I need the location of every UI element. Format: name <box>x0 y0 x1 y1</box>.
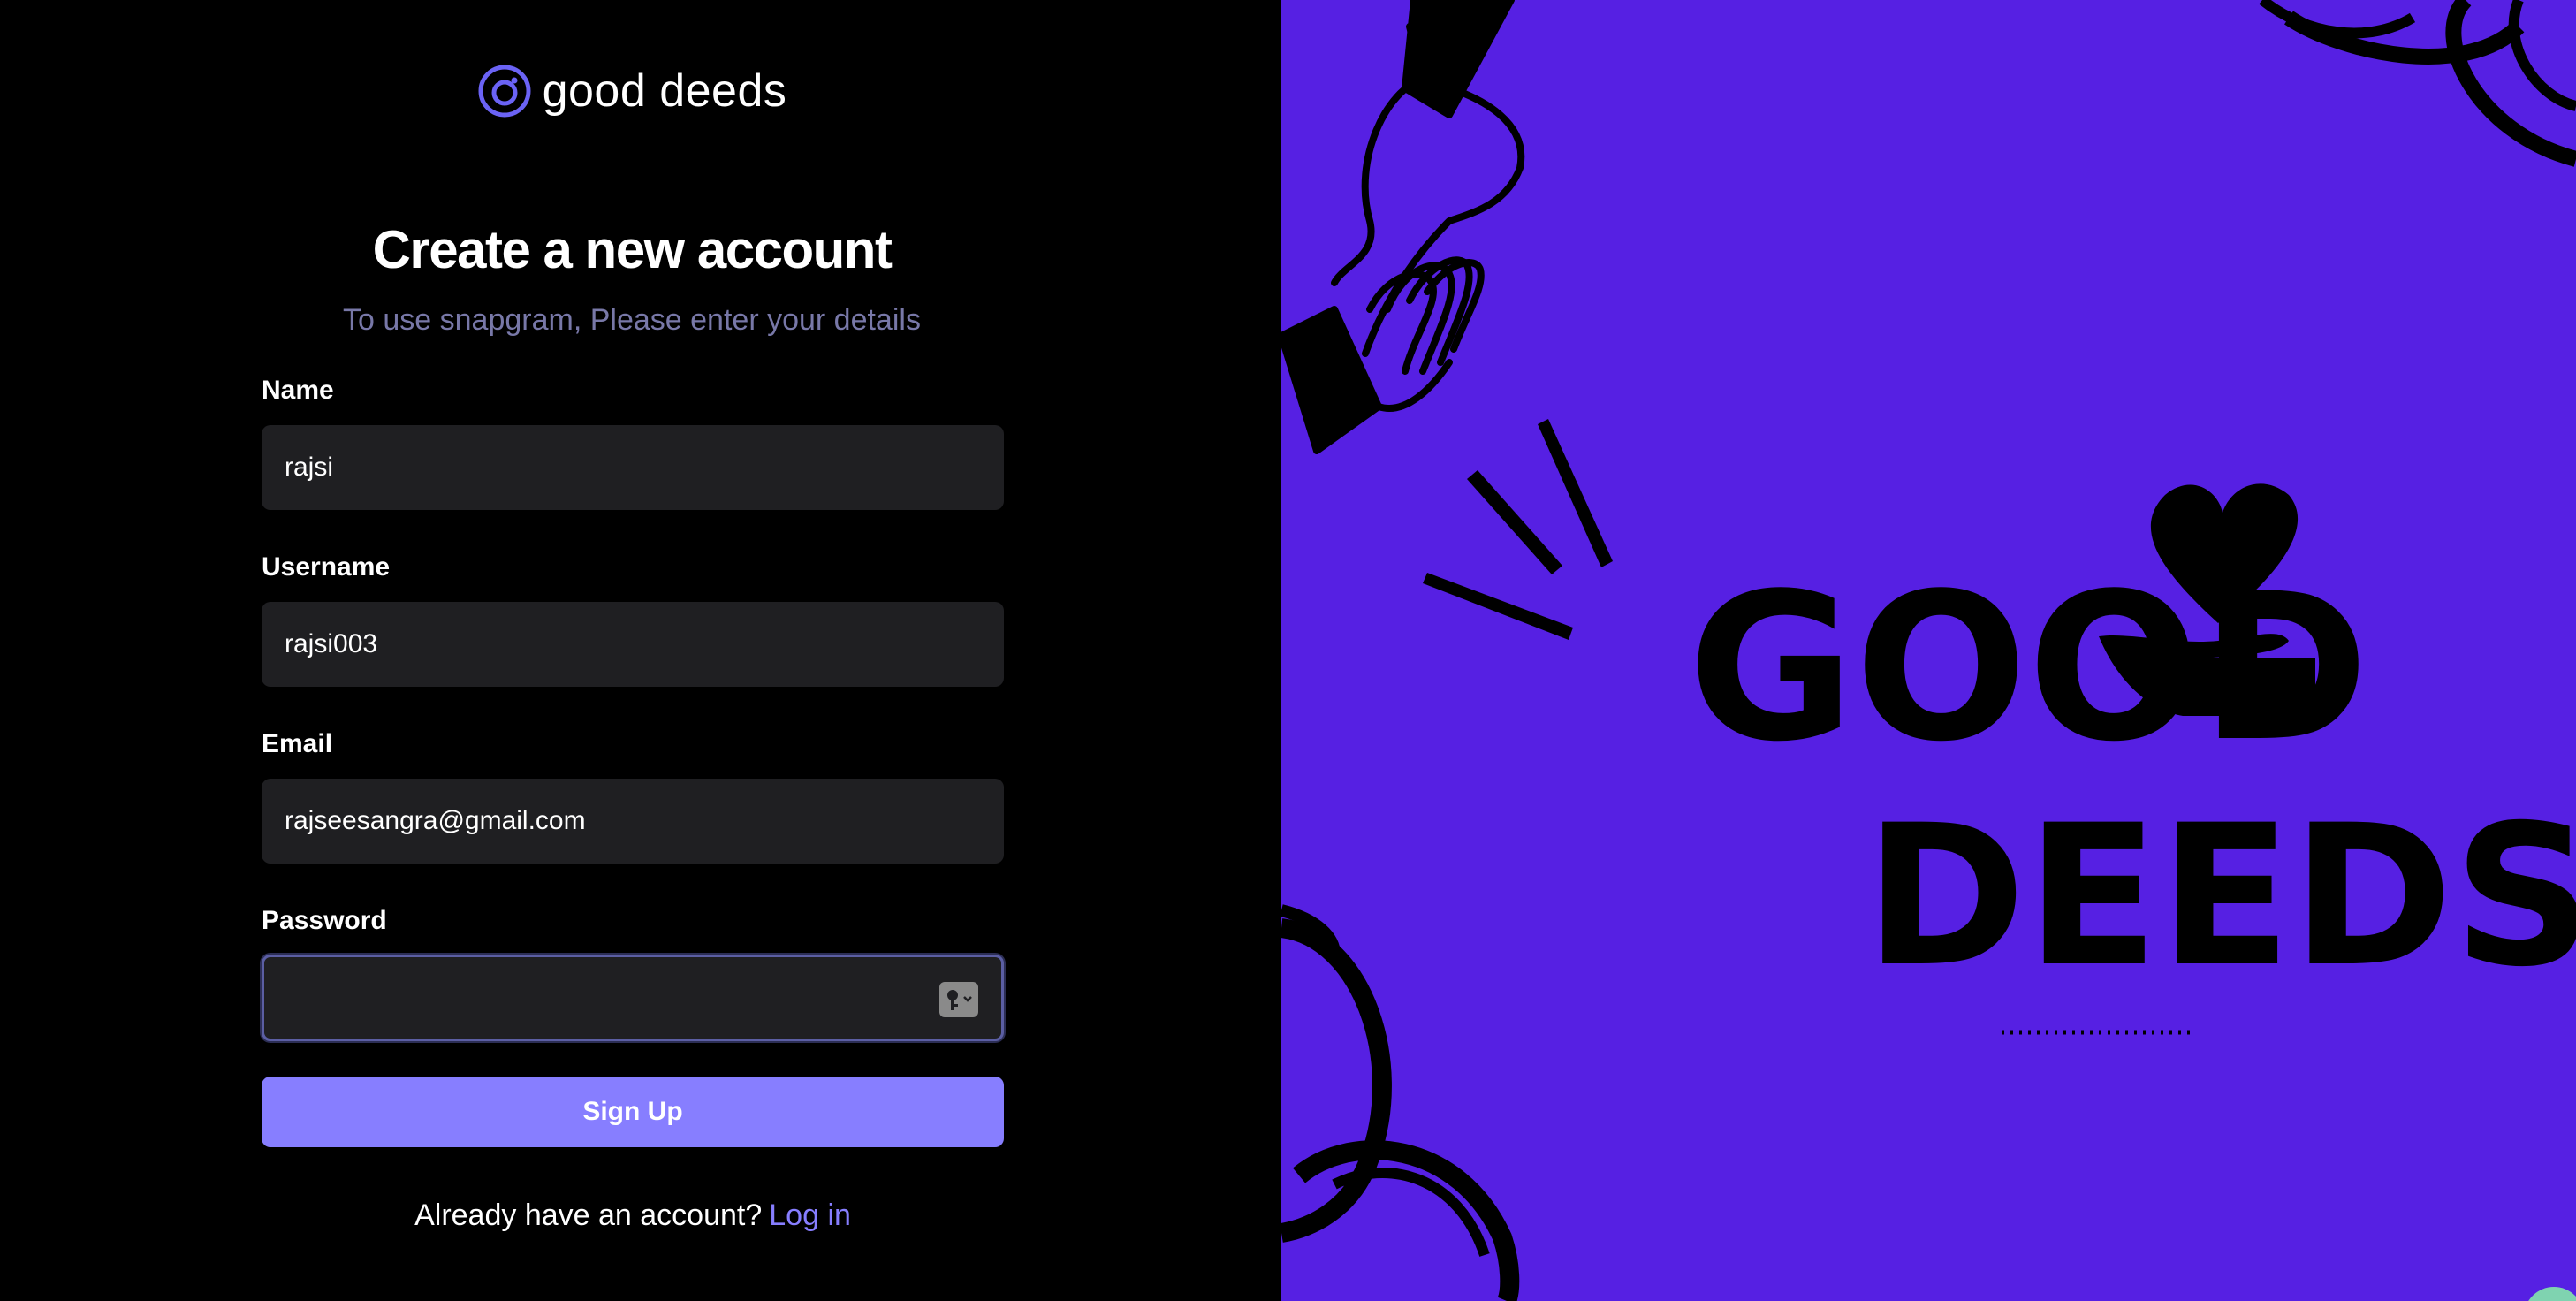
illustration-panel: GOOD DEEDS <box>1281 0 2576 1301</box>
brand-logo: good deeds <box>0 64 1264 118</box>
login-prompt-text: Already have an account? <box>414 1198 763 1232</box>
username-input[interactable] <box>283 628 905 660</box>
login-link[interactable]: Log in <box>769 1198 851 1232</box>
password-key-icon[interactable] <box>939 982 978 1017</box>
page-subtitle: To use snapgram, Please enter your detai… <box>343 303 921 337</box>
password-label: Password <box>262 906 387 935</box>
password-field[interactable] <box>262 955 1004 1041</box>
username-field[interactable] <box>262 602 1004 687</box>
name-input[interactable] <box>283 452 905 483</box>
helping-hands-icon <box>1281 0 1525 454</box>
brand-name: good deeds <box>542 65 787 117</box>
corner-badge-icon <box>2528 1287 2576 1301</box>
sign-up-button[interactable]: Sign Up <box>262 1077 1004 1147</box>
email-field[interactable] <box>262 779 1004 864</box>
email-label: Email <box>262 729 333 758</box>
name-field[interactable] <box>262 425 1004 510</box>
name-label: Name <box>262 376 334 405</box>
scribble-bottom-left <box>1281 904 1520 1301</box>
logo-ring-icon <box>478 65 531 118</box>
email-input[interactable] <box>283 805 905 837</box>
page-title: Create a new account <box>372 220 893 279</box>
username-label: Username <box>262 552 391 582</box>
good-lettering: GOOD <box>1688 551 2369 787</box>
deeds-lettering: DEEDS <box>1865 783 2576 1009</box>
scribble-top-right <box>2259 0 2576 167</box>
emphasis-lines-icon <box>1423 419 1613 640</box>
password-input[interactable] <box>285 982 908 1014</box>
signup-panel: good deeds Create a new account To use s… <box>0 0 1281 1301</box>
login-prompt: Already have an account? Log in <box>262 1198 1004 1233</box>
good-deeds-illustration: GOOD DEEDS <box>1281 0 2576 1301</box>
